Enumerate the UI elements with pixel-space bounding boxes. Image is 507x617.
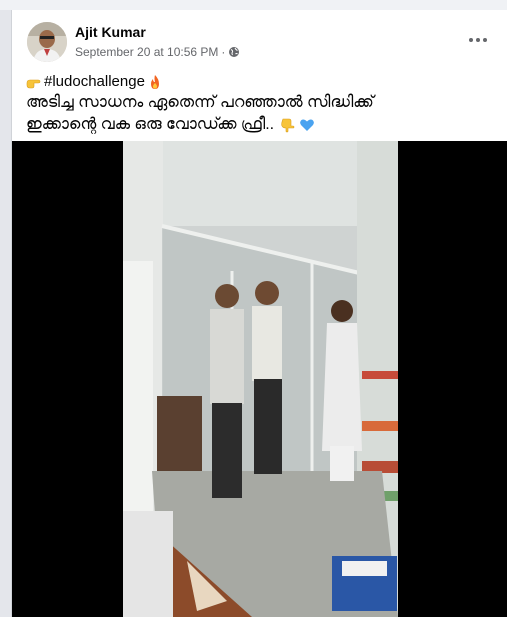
post-card: Ajit Kumar September 20 at 10:56 PM · #l… [11, 10, 507, 617]
author-name[interactable]: Ajit Kumar [75, 24, 146, 40]
post-text-line-3-content: ഇക്കാന്റെ വക ഒരു വോഡ്ക്ക ഫ്രീ.. [26, 116, 275, 133]
post-text-line-2: അടിച്ച സാധനം ഏതെന്ന് പറഞ്ഞാൽ സിദ്ധിക്ക് [26, 94, 374, 111]
pointing-right-emoji [26, 79, 41, 89]
globe-icon[interactable] [228, 46, 240, 58]
post-text-line-3: ഇക്കാന്റെ വക ഒരു വോഡ്ക്ക ഫ്രീ.. [26, 114, 496, 136]
post-meta: September 20 at 10:56 PM · [75, 45, 240, 59]
avatar-photo [27, 22, 67, 62]
page-top-strip [0, 0, 507, 10]
more-options-button[interactable] [468, 30, 488, 50]
post-video[interactable] [12, 141, 507, 617]
hashtag-link[interactable]: #ludochallenge [44, 72, 145, 92]
post-text: #ludochallenge അടിച്ച സാധനം ഏതെന്ന് പറഞ്… [26, 72, 496, 136]
meta-separator: · [221, 45, 226, 59]
post-text-line-1: #ludochallenge [26, 72, 496, 92]
more-options-icon [469, 38, 487, 42]
pointing-down-emoji [280, 118, 294, 133]
post-timestamp[interactable]: September 20 at 10:56 PM [75, 45, 218, 59]
fire-emoji [150, 75, 159, 89]
blue-heart-emoji [300, 119, 314, 131]
video-frame [12, 141, 507, 617]
avatar[interactable] [27, 22, 67, 62]
